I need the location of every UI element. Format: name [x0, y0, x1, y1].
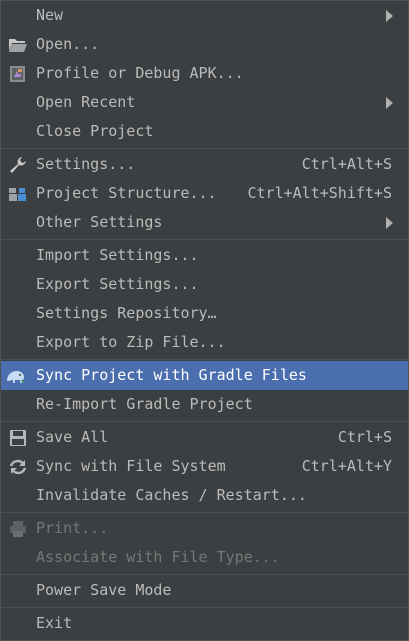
menu-item-open[interactable]: Open...	[1, 30, 408, 59]
menu-item-close-project[interactable]: Close Project	[1, 117, 408, 146]
menu-item-shortcut: Ctrl+Alt+Shift+S	[247, 184, 393, 202]
menu-item-label: Import Settings...	[36, 246, 199, 264]
menu-item-label: Associate with File Type...	[36, 548, 280, 566]
menu-separator	[1, 148, 408, 149]
menu-separator	[1, 574, 408, 575]
menu-item-label: Export Settings...	[36, 275, 199, 293]
folder-open-icon	[9, 39, 27, 52]
menu-item-exit[interactable]: Exit	[1, 609, 408, 638]
menu-item-label: Open Recent	[36, 93, 136, 111]
menu-item-label: Re-Import Gradle Project	[36, 395, 253, 413]
menu-separator	[1, 512, 408, 513]
menu-item-profile-debug-apk[interactable]: Profile or Debug APK...	[1, 59, 408, 88]
menu-item-shortcut: Ctrl+Alt+S	[301, 155, 392, 173]
submenu-arrow-icon	[386, 217, 393, 229]
menu-item-import-settings[interactable]: Import Settings...	[1, 241, 408, 270]
menu-item-power-save-mode[interactable]: Power Save Mode	[1, 576, 408, 605]
menu-item-label: Export to Zip File...	[36, 333, 226, 351]
menu-item-label: Open...	[36, 35, 100, 53]
menu-item-shortcut: Ctrl+Alt+Y	[301, 457, 392, 475]
menu-separator	[1, 359, 408, 360]
menu-item-label: Settings...	[36, 155, 136, 173]
wrench-icon	[10, 157, 26, 173]
menu-item-project-structure[interactable]: Project Structure... Ctrl+Alt+Shift+S	[1, 179, 408, 208]
menu-item-associate-file-type[interactable]: Associate with File Type...	[1, 543, 408, 572]
menu-item-label: Other Settings	[36, 213, 163, 231]
menu-separator	[1, 421, 408, 422]
menu-separator	[1, 607, 408, 608]
menu-item-label: Save All	[36, 428, 109, 446]
menu-item-label: Project Structure...	[36, 184, 217, 202]
menu-item-label: Close Project	[36, 122, 154, 140]
menu-item-label: Sync with File System	[36, 457, 226, 475]
menu-separator	[1, 239, 408, 240]
menu-item-export-to-zip[interactable]: Export to Zip File...	[1, 328, 408, 357]
menu-item-export-settings[interactable]: Export Settings...	[1, 270, 408, 299]
printer-icon	[10, 521, 26, 537]
menu-item-save-all[interactable]: Save All Ctrl+S	[1, 423, 408, 452]
menu-item-label: Exit	[36, 614, 73, 632]
menu-item-new[interactable]: New	[1, 1, 408, 30]
project-structure-icon	[9, 188, 26, 201]
menu-item-settings-repository[interactable]: Settings Repository…	[1, 299, 408, 328]
submenu-arrow-icon	[386, 10, 393, 22]
refresh-icon	[9, 459, 27, 475]
menu-item-shortcut: Ctrl+S	[337, 428, 392, 446]
file-menu: New Open... Profile or Debug APK... Open…	[0, 0, 409, 641]
menu-item-open-recent[interactable]: Open Recent	[1, 88, 408, 117]
menu-item-sync-file-system[interactable]: Sync with File System Ctrl+Alt+Y	[1, 452, 408, 481]
menu-item-invalidate-caches[interactable]: Invalidate Caches / Restart...	[1, 481, 408, 510]
menu-item-print[interactable]: Print...	[1, 514, 408, 543]
menu-item-label: Print...	[36, 519, 109, 537]
menu-item-label: Settings Repository…	[36, 304, 217, 322]
menu-item-label: Invalidate Caches / Restart...	[36, 486, 307, 504]
menu-item-label: Sync Project with Gradle Files	[36, 366, 307, 384]
menu-item-label: Power Save Mode	[36, 581, 172, 599]
menu-item-other-settings[interactable]: Other Settings	[1, 208, 408, 237]
menu-item-reimport-gradle[interactable]: Re-Import Gradle Project	[1, 390, 408, 419]
submenu-arrow-icon	[386, 97, 393, 109]
menu-item-settings[interactable]: Settings... Ctrl+Alt+S	[1, 150, 408, 179]
apk-profile-icon	[10, 66, 25, 82]
menu-item-label: Profile or Debug APK...	[36, 64, 244, 82]
menu-item-label: New	[36, 6, 64, 24]
menu-item-sync-gradle[interactable]: Sync Project with Gradle Files	[1, 361, 408, 390]
gradle-elephant-icon	[7, 371, 24, 383]
floppy-disk-icon	[10, 430, 26, 446]
